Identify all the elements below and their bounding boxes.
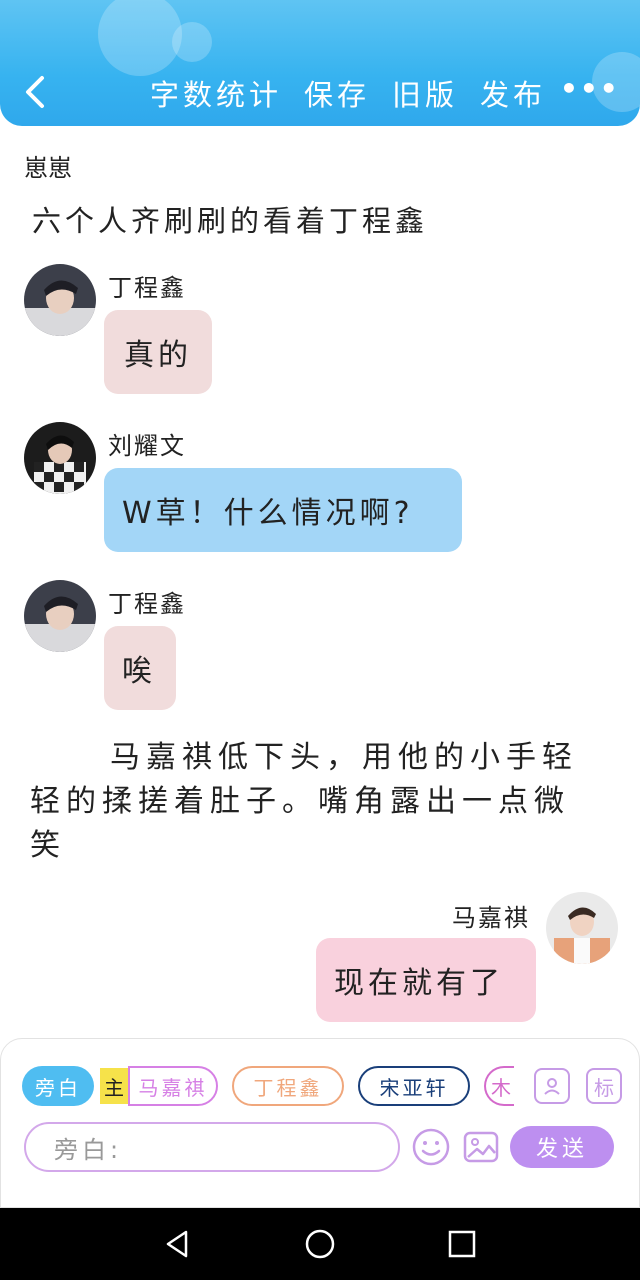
message-text: 唉	[122, 654, 156, 689]
avatar[interactable]	[24, 264, 96, 336]
message-text: W草！什么情况啊?	[122, 496, 414, 531]
avatar[interactable]	[24, 422, 96, 494]
old-version-button[interactable]: 旧版	[392, 72, 458, 114]
message-input[interactable]: 旁白:	[24, 1122, 400, 1172]
narration-text: 六个人齐刷刷的看着丁程鑫	[32, 204, 429, 238]
chip-label: 木	[491, 1075, 514, 1100]
header-bubble-decoration	[98, 0, 182, 76]
mark-button[interactable]: 标	[586, 1068, 622, 1104]
chip-label: 丁程鑫	[253, 1075, 323, 1100]
app-header: 字数统计 保存 旧版 发布 •••	[0, 0, 640, 126]
nav-recents-icon[interactable]	[446, 1228, 478, 1260]
role-chip-ma-jiaqi[interactable]: 马嘉祺	[128, 1066, 218, 1106]
chip-label: 宋亚轩	[379, 1075, 449, 1100]
chevron-left-icon	[26, 76, 44, 108]
chip-label: 旁白	[35, 1075, 81, 1100]
message-bubble[interactable]: W草！什么情况啊?	[104, 468, 462, 552]
contacts-button[interactable]	[534, 1068, 570, 1104]
role-chip-ding-chengxin[interactable]: 丁程鑫	[232, 1066, 344, 1106]
message-bubble[interactable]: 真的	[104, 310, 212, 394]
image-icon[interactable]	[462, 1128, 500, 1166]
emoji-icon[interactable]	[412, 1128, 450, 1166]
chip-label: 马嘉祺	[138, 1075, 208, 1100]
role-chip-song-yaxuan[interactable]: 宋亚轩	[358, 1066, 470, 1106]
message-bubble[interactable]: 现在就有了	[316, 938, 536, 1022]
sender-name: 丁程鑫	[108, 590, 186, 618]
avatar[interactable]	[24, 580, 96, 652]
more-menu-button[interactable]: •••	[560, 72, 620, 105]
message-text: 现在就有了	[334, 966, 504, 1001]
host-tag: 主	[100, 1068, 128, 1104]
header-actions: 字数统计 保存 旧版 发布	[150, 72, 546, 114]
send-button[interactable]: 发送	[510, 1126, 614, 1168]
back-button[interactable]	[18, 70, 58, 114]
sender-name: 刘耀文	[108, 432, 186, 460]
sender-name: 马嘉祺	[452, 904, 530, 932]
nav-home-icon[interactable]	[304, 1228, 336, 1260]
role-chip-narration[interactable]: 旁白	[22, 1066, 94, 1106]
avatar[interactable]	[546, 892, 618, 964]
nav-back-icon[interactable]	[162, 1228, 194, 1260]
narration-paragraph: 马嘉祺低下头，用他的小手轻轻的揉搓着肚子。嘴角露出一点微笑	[30, 740, 578, 863]
save-button[interactable]: 保存	[304, 72, 370, 114]
message-text: 真的	[124, 338, 192, 373]
avatar-photo	[24, 264, 96, 336]
narrator-name: 崽崽	[24, 154, 72, 182]
avatar-photo	[24, 422, 96, 494]
message-bubble[interactable]: 唉	[104, 626, 176, 710]
avatar-photo	[546, 892, 618, 964]
system-nav-bar	[0, 1208, 640, 1280]
avatar-photo	[24, 580, 96, 652]
publish-button[interactable]: 发布	[480, 72, 546, 114]
header-bubble-decoration	[172, 22, 212, 62]
person-card-icon	[544, 1078, 560, 1095]
word-count-button[interactable]: 字数统计	[150, 72, 282, 114]
sender-name: 丁程鑫	[108, 274, 186, 302]
input-placeholder: 旁白:	[54, 1135, 123, 1164]
